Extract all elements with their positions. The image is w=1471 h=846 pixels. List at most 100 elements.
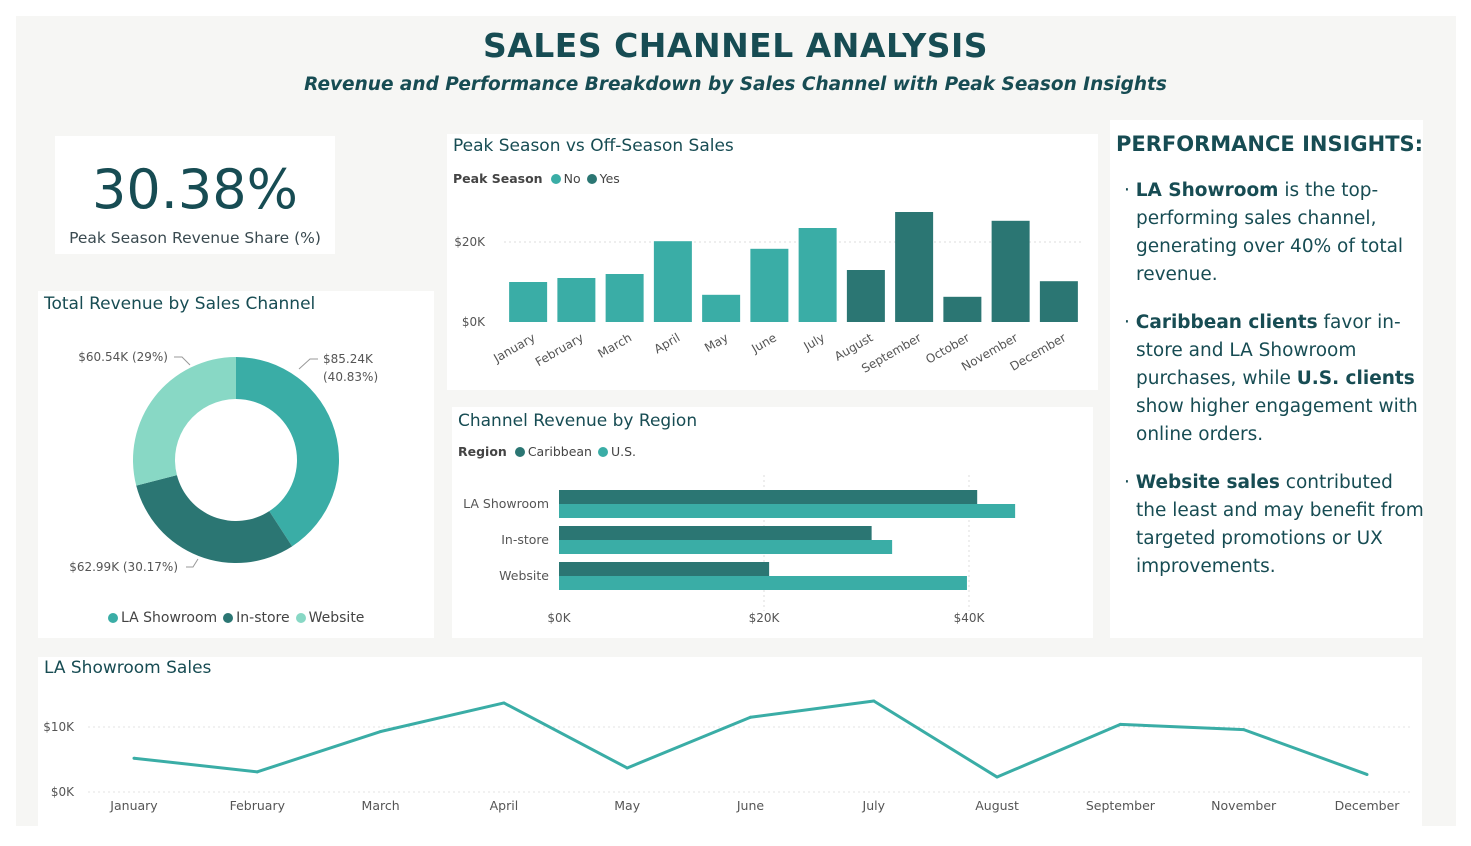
y-tick-label: $20K — [454, 235, 486, 249]
legend-label: Yes — [599, 171, 620, 186]
donut-slice-in-store — [136, 475, 293, 563]
legend-dot-icon — [295, 613, 306, 623]
page-subtitle: Revenue and Performance Breakdown by Sal… — [304, 74, 1167, 95]
bar-june — [750, 248, 789, 322]
legend-label: In-store — [236, 610, 290, 626]
legend-dot-icon — [550, 173, 561, 184]
x-tick-label: July — [801, 330, 828, 353]
x-tick-label: April — [652, 330, 683, 356]
insight-text: show higher engagement with online order… — [1136, 396, 1418, 445]
leader-line — [174, 356, 191, 366]
donut-slice-la-showroom — [236, 357, 339, 547]
y-tick-label: Website — [499, 568, 549, 583]
y-tick-label: $0K — [51, 785, 75, 799]
legend-item-la-showroom[interactable]: LA Showroom — [108, 610, 217, 626]
x-tick-label: September — [1086, 798, 1156, 813]
kpi-value: 30.38% — [92, 158, 298, 221]
x-tick-label: August — [975, 798, 1019, 813]
legend-title: Peak Season — [453, 171, 543, 186]
peak-legend: Peak Season No Yes — [453, 171, 626, 186]
x-tick-label: February — [230, 798, 286, 813]
insight-bold: U.S. clients — [1296, 368, 1415, 389]
leader-line — [298, 358, 318, 370]
region-legend: Region Caribbean U.S. — [458, 444, 642, 459]
legend-label: No — [563, 171, 581, 186]
insight-bold: LA Showroom — [1135, 180, 1279, 201]
legend-item-yes[interactable]: Yes — [586, 171, 620, 186]
bar-august — [846, 270, 885, 322]
page-title: SALES CHANNEL ANALYSIS — [482, 26, 989, 65]
bar-december — [1039, 281, 1078, 322]
line-point — [502, 701, 506, 705]
legend-dot-icon — [108, 613, 118, 623]
insight-bold: Website sales — [1135, 472, 1280, 493]
insight-item: · Caribbean clients favor in-store and L… — [1124, 312, 1418, 445]
donut-slice-website — [133, 357, 236, 486]
bar-la-showroom-caribbean — [559, 490, 978, 504]
legend-title: Region — [458, 444, 507, 459]
legend-item-caribbean[interactable]: Caribbean — [514, 444, 592, 459]
legend-item-in-store[interactable]: In-store — [223, 610, 290, 626]
donut-legend: LA Showroom In-store Website — [108, 610, 370, 626]
legend-dot-icon — [597, 446, 608, 457]
line-point — [749, 715, 752, 719]
bar-september — [895, 212, 934, 322]
peak-title: Peak Season vs Off-Season Sales — [453, 136, 734, 156]
data-label: $60.54K (29%) — [78, 350, 168, 364]
legend-dot-icon — [586, 173, 597, 184]
bar-may — [702, 294, 741, 322]
x-tick-label: January — [109, 798, 158, 813]
legend-dot-icon — [514, 446, 525, 457]
x-tick-label: $40K — [954, 611, 986, 625]
line-chart: $0K $10K January February March April May June J… — [43, 699, 1413, 813]
x-tick-label: $0K — [547, 611, 571, 625]
bar-website-caribbean — [559, 562, 770, 576]
kpi-card: 30.38% Peak Season Revenue Share (%) — [55, 136, 335, 254]
legend-label: LA Showroom — [121, 610, 218, 626]
x-tick-label: February — [533, 330, 586, 369]
line-series-la-showroom — [133, 699, 1368, 779]
x-tick-label: April — [490, 798, 519, 813]
legend-item-website[interactable]: Website — [295, 610, 365, 626]
legend-item-us[interactable]: U.S. — [597, 444, 636, 459]
y-tick-label: $10K — [43, 720, 75, 734]
x-tick-label: $20K — [749, 611, 781, 625]
peak-bar-chart: $0K $20K JanuaryFebruary March April May June J… — [454, 212, 1083, 376]
y-tick-label: LA Showroom — [463, 496, 549, 511]
line-point — [132, 756, 136, 760]
donut-card: Total Revenue by Sales Channel $85.24K (4… — [38, 291, 434, 638]
y-tick-label: In-store — [501, 532, 549, 547]
donut-chart: $85.24K (40.83%) $60.54K (29%) $62.99K (30.… — [69, 350, 378, 574]
line-point — [1365, 772, 1369, 776]
bar-in-store-us — [559, 540, 893, 554]
insight-bold: Caribbean clients — [1135, 312, 1318, 333]
legend-label: Website — [308, 610, 365, 626]
region-title: Channel Revenue by Region — [458, 411, 698, 431]
insights-title: PERFORMANCE INSIGHTS: — [1116, 132, 1424, 156]
x-tick-label: March — [595, 330, 634, 360]
bar-november — [991, 220, 1030, 322]
bar-february — [557, 278, 596, 322]
legend-item-no[interactable]: No — [550, 171, 581, 186]
bar-website-us — [559, 576, 967, 590]
line-point — [1118, 722, 1122, 726]
peak-card: Peak Season vs Off-Season Sales Peak Sea… — [447, 134, 1098, 390]
bar-october — [943, 296, 982, 322]
data-label: $62.99K (30.17%) — [69, 560, 178, 574]
bar-in-store-caribbean — [559, 526, 872, 540]
x-tick-label: November — [1211, 798, 1277, 813]
insights-card: PERFORMANCE INSIGHTS: · LA Showroom is t… — [1110, 120, 1424, 638]
line-point — [995, 775, 999, 779]
legend-dot-icon — [223, 613, 234, 623]
x-tick-label: June — [736, 798, 765, 813]
line-point — [255, 770, 259, 774]
x-tick-label: June — [748, 330, 779, 356]
line-point — [1242, 728, 1246, 732]
x-tick-label: December — [1335, 798, 1401, 813]
donut-title: Total Revenue by Sales Channel — [44, 294, 316, 314]
insight-item: · Website sales contributed the least an… — [1124, 472, 1424, 577]
x-tick-label: May — [702, 330, 730, 355]
region-card: Channel Revenue by Region Region Caribbe… — [452, 407, 1093, 638]
bar-january — [509, 282, 548, 322]
bar-july — [798, 228, 837, 322]
